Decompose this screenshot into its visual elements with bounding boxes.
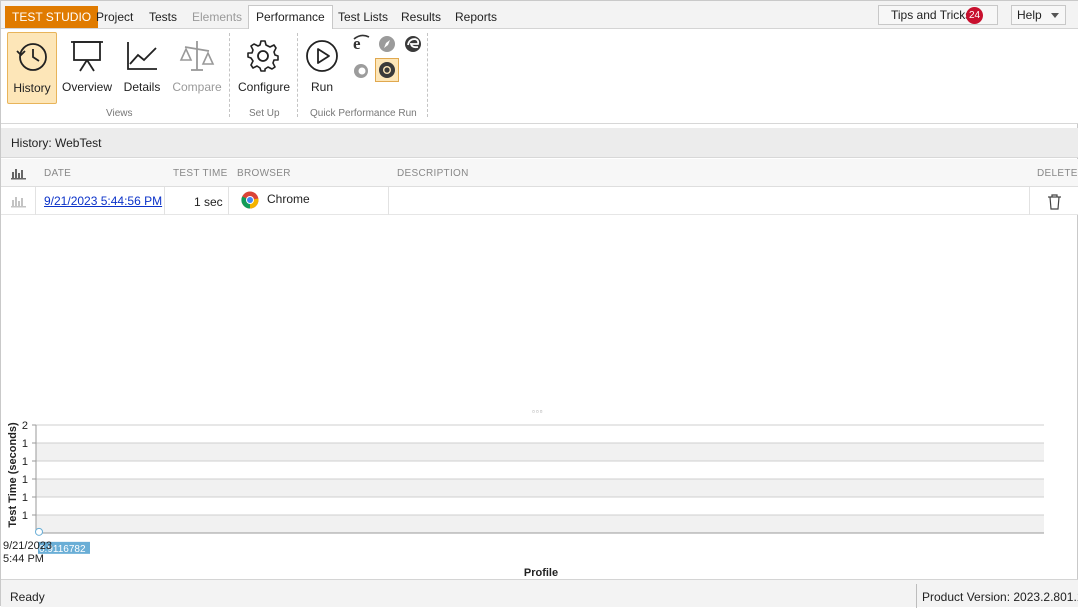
setup-group-label: Set Up — [249, 108, 280, 119]
chart-data-point — [35, 527, 43, 536]
views-group-label: Views — [106, 108, 133, 119]
ribbon: History Overview Details Compare Views C… — [1, 29, 1078, 124]
tips-and-tricks-button[interactable]: Tips and Tricks 24 — [878, 5, 998, 25]
run-button[interactable]: Run — [297, 32, 347, 104]
chart-y-tick-label: 2 — [22, 420, 28, 432]
cell-divider — [1029, 187, 1030, 215]
scales-icon — [179, 41, 215, 71]
ribbon-separator — [427, 33, 428, 117]
chevron-down-icon — [1051, 13, 1059, 18]
status-text: Ready — [10, 590, 45, 604]
chart-grid-band — [36, 515, 1044, 533]
internet-explorer-icon[interactable]: e — [351, 33, 371, 53]
row-browser: Chrome — [267, 192, 310, 206]
details-button[interactable]: Details — [117, 32, 167, 104]
chart-toggle-icon[interactable] — [11, 167, 27, 180]
overview-label: Overview — [62, 80, 113, 94]
table-row[interactable]: 9/21/2023 5:44:56 PM 1 sec Chrome — [1, 187, 1078, 215]
history-title: History: WebTest — [11, 136, 102, 150]
chart-y-tick-label: 1 — [22, 474, 28, 486]
details-label: Details — [123, 80, 161, 94]
help-dropdown[interactable]: Help — [1011, 5, 1066, 25]
column-date[interactable]: DATE — [44, 168, 71, 179]
chart-y-tick-label: 1 — [22, 510, 28, 522]
safari-icon[interactable] — [377, 34, 397, 54]
column-test-time[interactable]: TEST TIME — [173, 168, 228, 179]
cell-divider — [228, 187, 229, 215]
tips-label: Tips and Tricks — [891, 8, 972, 22]
menu-tests[interactable]: Tests — [142, 6, 184, 29]
chart-grid-band — [36, 479, 1044, 497]
row-chart-icon[interactable] — [11, 195, 27, 208]
chrome-icon — [241, 191, 259, 209]
line-chart-icon — [127, 42, 157, 70]
history-icon — [16, 43, 47, 71]
ribbon-separator — [229, 33, 230, 117]
menu-bar: TEST STUDIO Project Tests Elements Perfo… — [1, 1, 1078, 30]
chart-grid-band — [36, 443, 1044, 461]
chart-y-ticks: 2 1 1 1 1 1 — [22, 420, 36, 522]
compare-button[interactable]: Compare — [172, 32, 222, 104]
column-delete: DELETE — [1037, 168, 1078, 179]
row-test-time: 1 sec — [194, 195, 223, 209]
chart-x-axis-label: Profile — [524, 567, 558, 579]
configure-label: Configure — [238, 80, 291, 94]
status-bar: Ready Product Version: 2023.2.801.1 — [1, 579, 1078, 608]
product-version: Product Version: 2023.2.801.1 — [922, 590, 1078, 604]
history-header: History: WebTest — [1, 128, 1078, 158]
cell-divider — [388, 187, 389, 215]
chart-y-tick-label: 1 — [22, 438, 28, 450]
app-menu-tab[interactable]: TEST STUDIO — [5, 6, 99, 28]
app-window: { "menu": { "app_tab": "TEST STUDIO", "i… — [0, 0, 1078, 608]
trash-icon[interactable] — [1047, 194, 1062, 210]
selected-browser-chrome[interactable] — [375, 58, 399, 82]
chart-grid — [35, 424, 1044, 534]
chart-y-axis-label: Test Time (seconds) — [7, 422, 19, 528]
splitter-handle[interactable]: ▫▫▫ — [532, 407, 544, 416]
test-time-chart: 211111 0.9116782 Test Time (seconds) 9/2… — [3, 420, 1044, 579]
menu-test-lists[interactable]: Test Lists — [331, 6, 395, 29]
quick-run-group-label: Quick Performance Run — [310, 108, 417, 119]
cell-divider — [164, 187, 165, 215]
table-header: DATE TEST TIME BROWSER DESCRIPTION DELET… — [1, 159, 1078, 187]
compare-label: Compare — [172, 80, 222, 94]
presentation-icon — [71, 41, 103, 72]
chrome-icon — [379, 62, 395, 78]
chart-y-tick-label: 1 — [22, 492, 28, 504]
run-label: Run — [310, 80, 333, 94]
column-browser[interactable]: BROWSER — [237, 168, 291, 179]
menu-reports[interactable]: Reports — [448, 6, 504, 29]
configure-button[interactable]: Configure — [238, 32, 291, 104]
column-description[interactable]: DESCRIPTION — [397, 168, 469, 179]
overview-button[interactable]: Overview — [62, 32, 112, 104]
chart-x-tick-date: 9/21/2023 — [3, 540, 52, 552]
edge-icon[interactable] — [403, 34, 423, 54]
chart-x-tick-time: 5:44 PM — [3, 553, 44, 565]
menu-project[interactable]: Project — [89, 6, 140, 29]
tips-count-badge: 24 — [966, 7, 983, 24]
menu-results[interactable]: Results — [394, 6, 448, 29]
row-date-link[interactable]: 9/21/2023 5:44:56 PM — [44, 194, 162, 208]
history-button[interactable]: History — [7, 32, 57, 104]
menu-performance[interactable]: Performance — [248, 5, 333, 30]
help-label: Help — [1017, 8, 1042, 22]
status-separator — [916, 584, 917, 608]
play-icon — [306, 40, 338, 72]
history-label: History — [13, 81, 51, 95]
gear-icon — [247, 40, 279, 72]
chart-y-tick-label: 1 — [22, 456, 28, 468]
firefox-icon[interactable] — [351, 61, 371, 81]
cell-divider — [35, 187, 36, 215]
menu-elements[interactable]: Elements — [185, 6, 249, 29]
